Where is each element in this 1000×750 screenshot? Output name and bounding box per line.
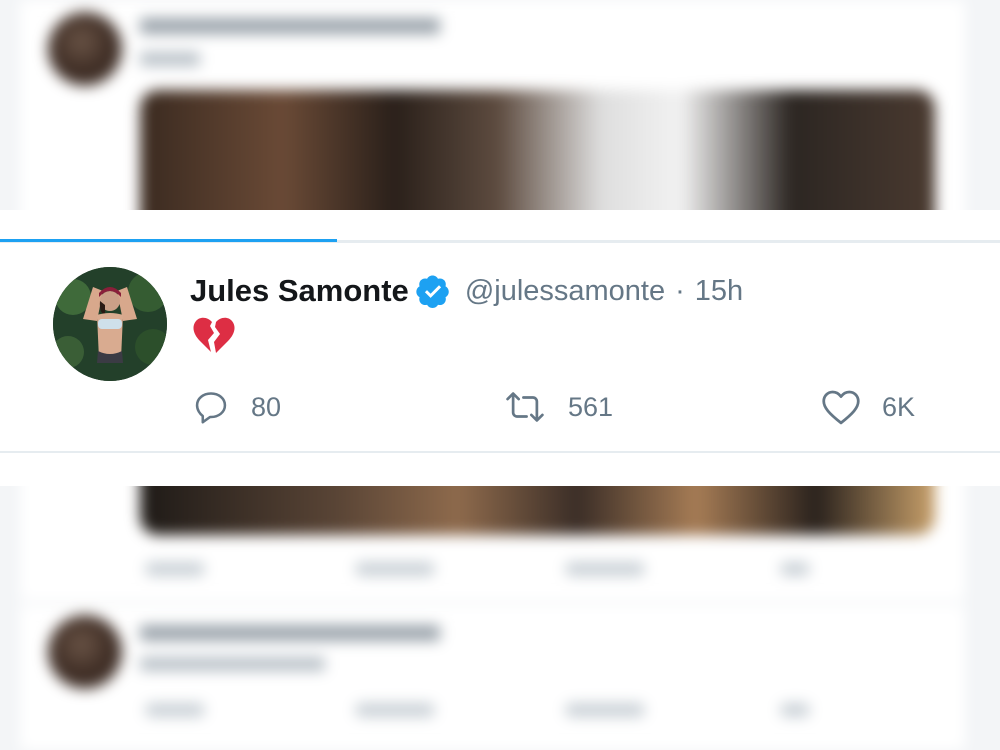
reply-icon (195, 392, 227, 424)
reply-count: 80 (251, 391, 282, 422)
retweet-button[interactable]: 561 (502, 385, 613, 429)
background-action (780, 562, 810, 576)
avatar-photo (53, 267, 167, 381)
background-text-placeholder (140, 657, 325, 671)
background-action (355, 562, 435, 576)
tweet-header: Jules Samonte @julessamonte · 15h (190, 271, 743, 311)
background-action (145, 562, 205, 576)
timestamp[interactable]: 15h (695, 275, 743, 308)
background-action (565, 562, 645, 576)
retweet-count: 561 (568, 391, 614, 422)
background-text-placeholder (140, 52, 200, 66)
broken-heart-icon (193, 317, 235, 353)
tweet-card[interactable]: Jules Samonte @julessamonte · 15h 80 561… (0, 210, 1000, 486)
background-action (145, 703, 205, 717)
background-name-placeholder (140, 625, 440, 641)
user-handle[interactable]: @julessamonte (465, 275, 665, 308)
background-name-placeholder (140, 18, 440, 34)
background-action (780, 703, 810, 717)
retweet-icon (506, 392, 544, 422)
avatar[interactable] (53, 267, 167, 381)
like-count: 6K (882, 391, 916, 422)
tweet-content (192, 316, 242, 362)
background-tweet (20, 605, 965, 750)
background-avatar (48, 12, 122, 86)
reply-button[interactable]: 80 (191, 385, 281, 429)
heart-icon (822, 390, 860, 425)
like-button[interactable]: 6K (820, 385, 915, 429)
verified-badge-icon (415, 273, 451, 309)
separator-dot: · (675, 274, 685, 307)
divider (0, 451, 1000, 453)
background-avatar (48, 615, 122, 689)
display-name[interactable]: Jules Samonte (190, 273, 409, 309)
background-action (355, 703, 435, 717)
divider (0, 242, 1000, 243)
background-action (565, 703, 645, 717)
